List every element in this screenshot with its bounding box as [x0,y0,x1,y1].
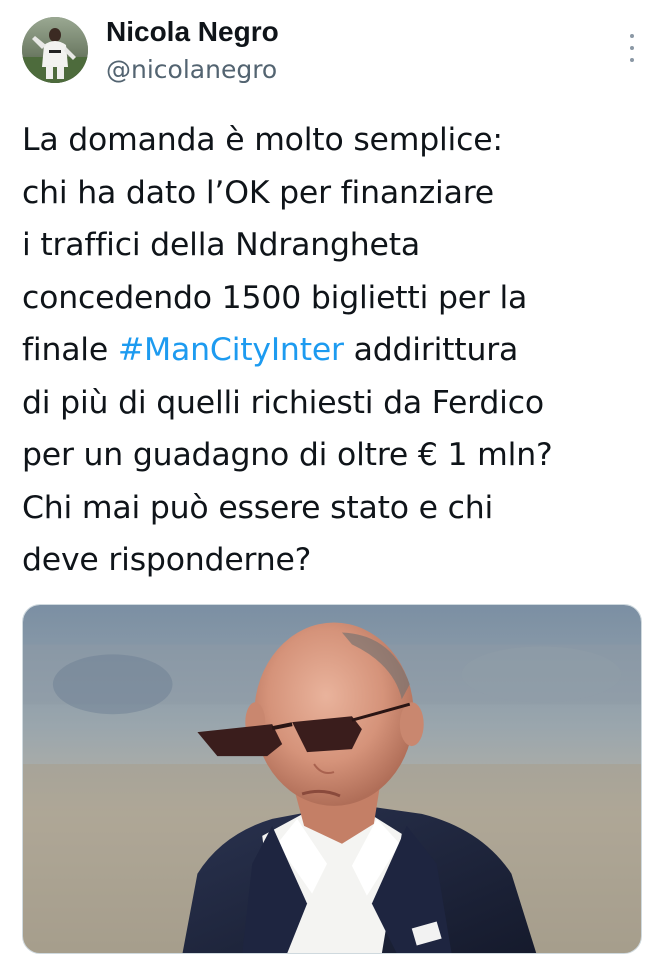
text-segment: per un guadagno di oltre € 1 mln? [22,437,553,473]
tweet-text-line: i traffici della Ndrangheta [22,219,652,272]
text-segment: addirittura [343,332,519,368]
tweet-text-line: di più di quelli richiesti da Ferdico [22,377,652,430]
author-handle[interactable]: @nicolanegro [106,54,277,86]
tweet-text-line: La domanda è molto semplice: [22,114,652,167]
text-segment: La domanda è molto semplice: [22,122,503,158]
text-segment: chi ha dato l’OK per finanziare [22,174,494,211]
tweet-card: Nicola Negro @nicolanegro La domanda è m… [0,0,663,960]
text-segment: i traffici della Ndrangheta [22,227,420,263]
tweet-text-line: finale #ManCityInter addirittura [22,324,652,377]
more-dot [630,58,634,62]
tweet-photo[interactable] [22,604,642,954]
tweet-text-line: deve risponderne? [22,534,652,587]
more-dot [630,46,634,50]
more-dot [630,34,634,38]
man-portrait-photo [23,605,641,953]
tweet-text-line: chi ha dato l’OK per finanziare [22,167,652,220]
tweet-text: La domanda è molto semplice: chi ha dato… [22,114,652,587]
author-avatar[interactable] [22,17,88,83]
more-vertical-icon[interactable] [625,34,639,62]
author-display-name[interactable]: Nicola Negro [106,14,279,50]
text-segment: concedendo 1500 biglietti per la [22,279,528,316]
tweet-text-line: concedendo 1500 biglietti per la [22,272,652,325]
hashtag-link[interactable]: #ManCityInter [118,332,344,368]
text-segment: di più di quelli richiesti da Ferdico [22,384,544,421]
text-segment: finale [22,332,118,368]
avatar-photo-icon [22,17,88,83]
text-segment: deve risponderne? [22,542,312,578]
text-segment: Chi mai può essere stato e chi [22,489,494,526]
tweet-text-line: Chi mai può essere stato e chi [22,482,652,535]
tweet-text-line: per un guadagno di oltre € 1 mln? [22,429,652,482]
